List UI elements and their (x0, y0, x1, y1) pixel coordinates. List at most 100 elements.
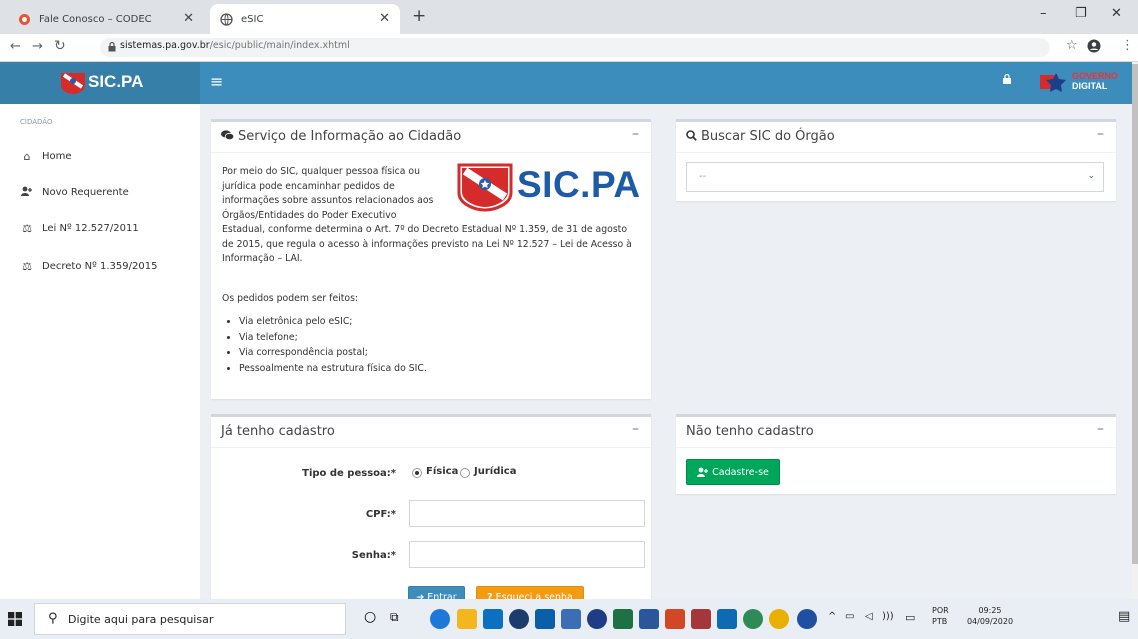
bookmark-star-icon[interactable]: ☆ (1066, 38, 1078, 53)
task-view-icon[interactable]: ⧉ (390, 610, 399, 625)
store-icon[interactable] (483, 609, 503, 629)
excel-icon[interactable] (613, 609, 633, 629)
collapse-icon[interactable]: – (632, 126, 639, 142)
lang-line1: POR (932, 606, 949, 615)
language-indicator[interactable]: POR PTB (932, 605, 949, 627)
radio-juridica-label[interactable]: Jurídica (474, 466, 516, 477)
tab-esic[interactable]: eSIC ✕ (210, 4, 400, 34)
edge-icon[interactable] (430, 609, 450, 629)
orgao-select[interactable]: -- ⌄ (686, 162, 1104, 192)
close-tab-icon[interactable]: ✕ (183, 11, 194, 26)
reload-icon[interactable]: ↻ (54, 38, 66, 54)
url-text[interactable]: sistemas.pa.gov.br/esic/public/main/inde… (120, 40, 350, 51)
minimize-icon[interactable]: – (1040, 6, 1047, 21)
close-window-icon[interactable]: ✕ (1111, 6, 1122, 21)
info-box-title-text: Serviço de Informação ao Cidadão (238, 129, 462, 144)
password-field[interactable] (409, 541, 645, 568)
notifications-icon[interactable]: ▤ (1118, 609, 1130, 624)
lock-icon (108, 42, 116, 52)
sidebar-item-home[interactable]: ⌂ Home (20, 150, 72, 163)
brand-text[interactable]: SIC.PA (88, 72, 143, 92)
cpf-field[interactable] (409, 500, 645, 527)
box-divider (676, 447, 1116, 448)
request-channels-list: Via eletrônica pelo eSIC; Via telefone; … (239, 314, 427, 376)
forward-icon[interactable]: → (32, 39, 43, 54)
senha-label: Senha:* (351, 550, 396, 561)
list-item: Via correspondência postal; (239, 345, 427, 361)
scale-icon: ⚖ (22, 260, 32, 273)
mail-icon[interactable] (717, 609, 737, 629)
back-icon[interactable]: ← (10, 39, 21, 54)
list-item: Via telefone; (239, 330, 427, 346)
powerpoint-icon[interactable] (665, 609, 685, 629)
new-tab-button[interactable]: + (412, 6, 426, 26)
lang-line2: PTB (932, 617, 948, 626)
info-subhead: Os pedidos podem ser feitos: (222, 293, 359, 304)
windows-start-icon[interactable] (8, 612, 22, 626)
info-line: Informação – LAI. (222, 253, 303, 264)
tab-label: eSIC (241, 13, 264, 25)
cortana-circle-icon[interactable]: ○ (364, 609, 376, 625)
home-icon: ⌂ (23, 150, 31, 163)
word-icon[interactable] (639, 609, 659, 629)
hamburger-menu-icon[interactable]: ≡ (210, 72, 223, 91)
clock[interactable]: 09:25 04/09/2020 (966, 605, 1014, 627)
network-icon[interactable]: ▭ (845, 611, 854, 622)
register-box: Não tenho cadastro – Cadastre-se (676, 414, 1116, 494)
info-line: Por meio do SIC, qualquer pessoa física … (222, 166, 420, 177)
search-box-title-text: Buscar SIC do Órgão (701, 129, 835, 144)
radio-fisica[interactable] (412, 468, 422, 478)
collapse-icon[interactable]: – (1097, 421, 1104, 437)
profile-icon[interactable] (1087, 39, 1101, 53)
app-icon[interactable] (509, 609, 529, 629)
info-line: informações sobre assuntos relacionados … (222, 195, 434, 206)
tray-chevron-up-icon[interactable]: ^ (828, 611, 836, 622)
close-tab-icon[interactable]: ✕ (379, 11, 390, 26)
login-box: Já tenho cadastro – Tipo de pessoa:* Fís… (211, 414, 651, 609)
page-scrollbar-thumb[interactable] (1132, 64, 1138, 564)
volume-icon[interactable]: ◁ (865, 611, 873, 622)
tipo-pessoa-label: Tipo de pessoa:* (302, 468, 396, 479)
list-item: Via eletrônica pelo eSIC; (239, 314, 427, 330)
speaker-icon[interactable]: ))) (882, 611, 894, 622)
taskbar-search-placeholder: Digite aqui para pesquisar (68, 613, 214, 626)
app-icon[interactable] (743, 609, 763, 629)
info-line: jurídica pode encaminhar pedidos de (222, 180, 395, 192)
info-box-title: Serviço de Informação ao Cidadão (221, 129, 461, 144)
radio-fisica-label[interactable]: Física (426, 466, 458, 477)
cadastre-se-button[interactable]: Cadastre-se (686, 459, 780, 485)
url-path: /esic/public/main/index.xhtml (209, 40, 350, 51)
gov-logo-line2: DIGITAL (1072, 81, 1108, 91)
register-box-title: Não tenho cadastro (686, 424, 814, 439)
list-item: Pessoalmente na estrutura física do SIC. (239, 361, 427, 377)
tab-fale-conosco[interactable]: Fale Conosco – CODEC ✕ (8, 4, 204, 34)
search-sic-box: Buscar SIC do Órgão – -- ⌄ (676, 119, 1116, 201)
sidebar-item-label: Lei Nº 12.527/2011 (42, 223, 139, 234)
keyboard-icon[interactable]: ▭ (905, 611, 915, 624)
radio-juridica[interactable] (460, 468, 470, 478)
info-line: Estadual, conforme determina o Art. 7º d… (222, 224, 628, 235)
file-explorer-icon[interactable] (457, 609, 477, 629)
user-plus-icon (697, 467, 709, 477)
padlock-icon[interactable] (1002, 74, 1012, 84)
search-icon (686, 129, 697, 144)
access-icon[interactable] (691, 609, 711, 629)
clock-date: 04/09/2020 (966, 617, 1014, 626)
sidebar-item-label: Decreto Nº 1.359/2015 (42, 261, 158, 272)
sidebar-item-novo-requerente[interactable]: Novo Requerente (20, 186, 129, 199)
info-line: Órgãos/Entidades do Poder Executivo (222, 209, 397, 221)
restore-icon[interactable]: ❐ (1075, 6, 1087, 21)
photos-icon[interactable] (561, 609, 581, 629)
hp-icon[interactable] (587, 609, 607, 629)
cadastre-se-label: Cadastre-se (712, 466, 769, 478)
sidebar-item-lei[interactable]: ⚖ Lei Nº 12.527/2011 (20, 222, 139, 235)
home-app-icon[interactable] (535, 609, 555, 629)
sidebar-section-header: CIDADÃO (20, 118, 53, 126)
menu-kebab-icon[interactable]: ⋮ (1121, 38, 1134, 53)
help-icon[interactable] (797, 609, 817, 629)
sidebar-item-label: Novo Requerente (42, 187, 129, 198)
collapse-icon[interactable]: – (1097, 126, 1104, 142)
collapse-icon[interactable]: – (632, 421, 639, 437)
chrome-icon[interactable] (769, 609, 789, 629)
sidebar-item-decreto[interactable]: ⚖ Decreto Nº 1.359/2015 (20, 260, 157, 273)
